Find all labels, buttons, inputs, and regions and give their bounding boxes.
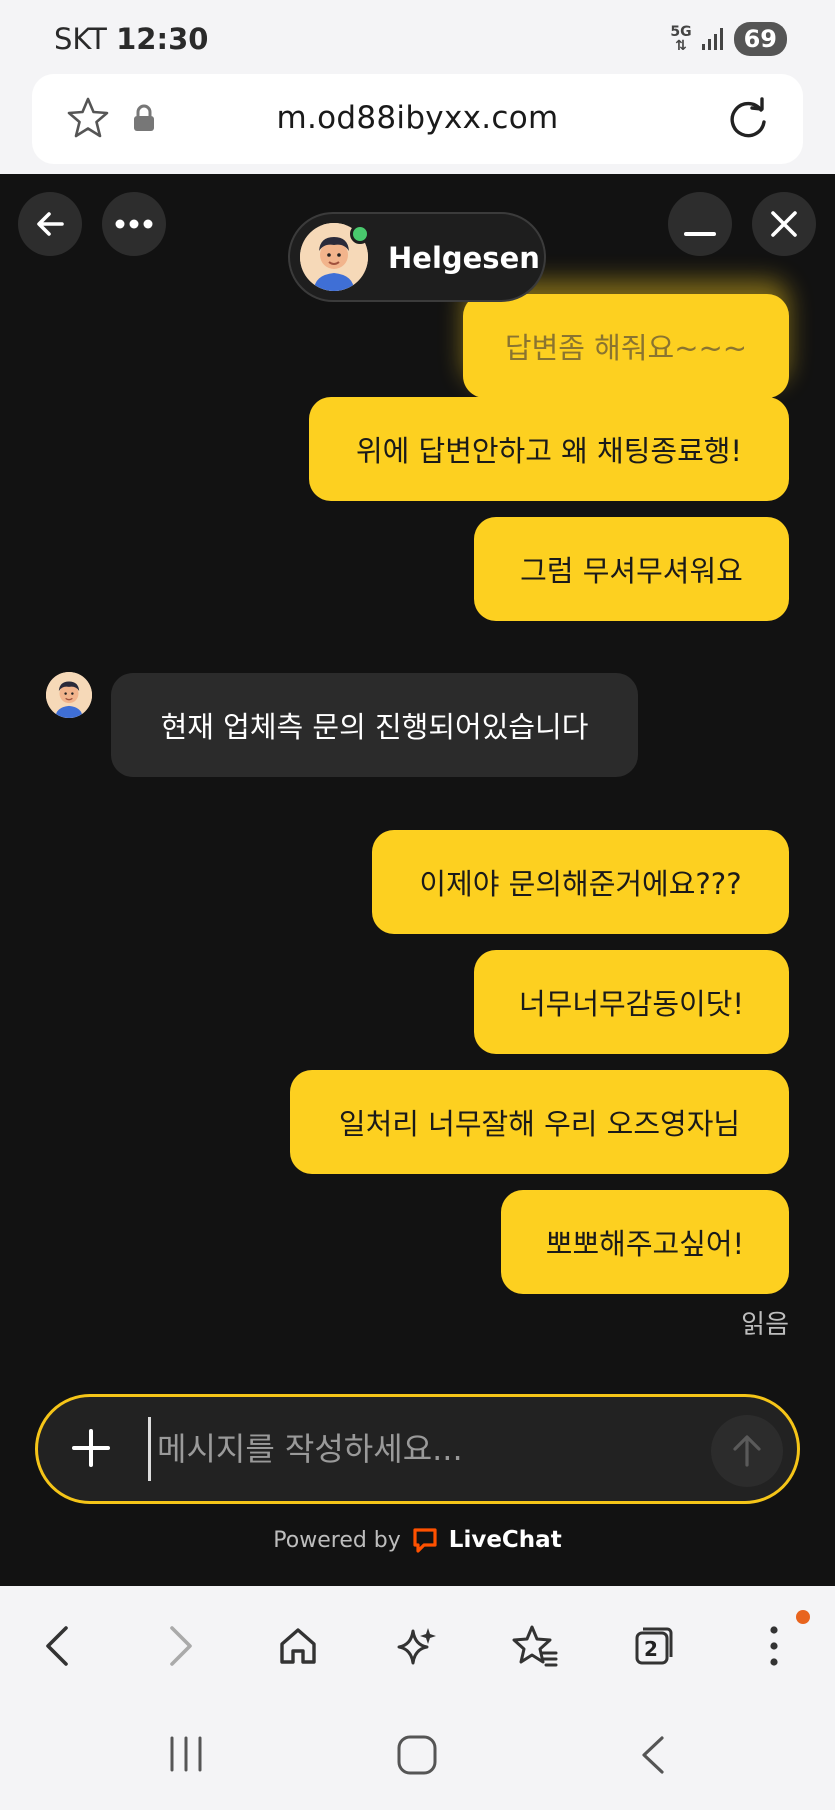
chat-window: 답변좀 해줘요~~~ 위에 답변안하고 왜 채팅종료행! 그럼 무셔무셔워요 현… xyxy=(0,174,835,1586)
home-icon xyxy=(280,1628,316,1664)
livechat-logo-icon xyxy=(413,1528,437,1553)
bookmarks-button[interactable] xyxy=(504,1616,564,1676)
message-user: 위에 답변안하고 왜 채팅종료행! xyxy=(309,397,789,501)
message-user: 그럼 무셔무셔워요 xyxy=(474,517,789,621)
more-icon xyxy=(115,219,153,229)
minimize-icon xyxy=(684,232,716,236)
battery-indicator: 69 xyxy=(733,22,787,56)
more-button[interactable] xyxy=(102,192,166,256)
message-user: 일처리 너무잘해 우리 오즈영자님 xyxy=(290,1070,789,1174)
back-button[interactable] xyxy=(18,192,82,256)
back-arrow-icon xyxy=(37,212,64,236)
close-icon xyxy=(771,211,797,237)
send-button[interactable] xyxy=(711,1415,783,1487)
powered-by-label: Powered by xyxy=(273,1527,401,1553)
tabs-button[interactable]: 2 xyxy=(624,1616,684,1676)
back-button[interactable] xyxy=(28,1616,88,1676)
ai-assist-button[interactable] xyxy=(386,1616,446,1676)
agent-avatar xyxy=(46,672,92,718)
home-circle-icon[interactable] xyxy=(396,1734,438,1776)
bookmarks-icon xyxy=(512,1625,558,1667)
browser-toolbar: 2 xyxy=(0,1586,835,1704)
network-5g-icon: 5G ⇅ xyxy=(670,24,692,54)
minimize-button[interactable] xyxy=(668,192,732,256)
clock: 12:30 xyxy=(116,22,209,56)
menu-dots-icon xyxy=(770,1626,778,1666)
carrier: SKT xyxy=(54,22,107,56)
close-button[interactable] xyxy=(752,192,816,256)
agent-name: Helgesen xyxy=(388,241,540,275)
home-button[interactable] xyxy=(268,1616,328,1676)
powered-by: Powered by LiveChat xyxy=(0,1526,835,1554)
recents-icon[interactable] xyxy=(166,1734,206,1774)
message-user: 너무너무감동이닷! xyxy=(474,950,789,1054)
notification-dot xyxy=(796,1610,810,1624)
system-nav-bar xyxy=(0,1704,835,1810)
livechat-brand[interactable]: LiveChat xyxy=(449,1527,562,1553)
tab-count: 2 xyxy=(644,1637,658,1661)
plus-icon[interactable] xyxy=(68,1425,114,1471)
online-status-dot xyxy=(350,224,370,244)
address-bar[interactable]: m.od88ibyxx.com xyxy=(32,74,803,164)
forward-button[interactable] xyxy=(150,1616,210,1676)
sparkle-icon xyxy=(397,1628,436,1665)
message-user: 이제야 문의해준거에요??? xyxy=(372,830,789,934)
carrier-time: SKT 12:30 xyxy=(54,22,208,56)
reload-icon[interactable] xyxy=(725,96,771,142)
menu-button[interactable] xyxy=(744,1616,804,1676)
read-receipt: 읽음 xyxy=(741,1310,789,1340)
url-text[interactable]: m.od88ibyxx.com xyxy=(32,100,803,136)
nav-back-icon[interactable] xyxy=(636,1734,672,1776)
signal-icon xyxy=(701,28,723,50)
status-icons: 5G ⇅ 69 xyxy=(670,22,787,56)
message-agent: 현재 업체측 문의 진행되어있습니다 xyxy=(111,673,638,777)
message-user: 답변좀 해줘요~~~ xyxy=(463,294,789,398)
send-arrow-icon xyxy=(733,1435,761,1467)
agent-header[interactable]: Helgesen xyxy=(288,212,546,302)
back-icon xyxy=(46,1626,68,1666)
message-input[interactable] xyxy=(148,1417,708,1481)
message-composer xyxy=(35,1394,800,1504)
forward-icon xyxy=(170,1626,192,1666)
status-bar: SKT 12:30 5G ⇅ 69 xyxy=(0,0,835,74)
message-user: 뽀뽀해주고싶어! xyxy=(501,1190,789,1294)
